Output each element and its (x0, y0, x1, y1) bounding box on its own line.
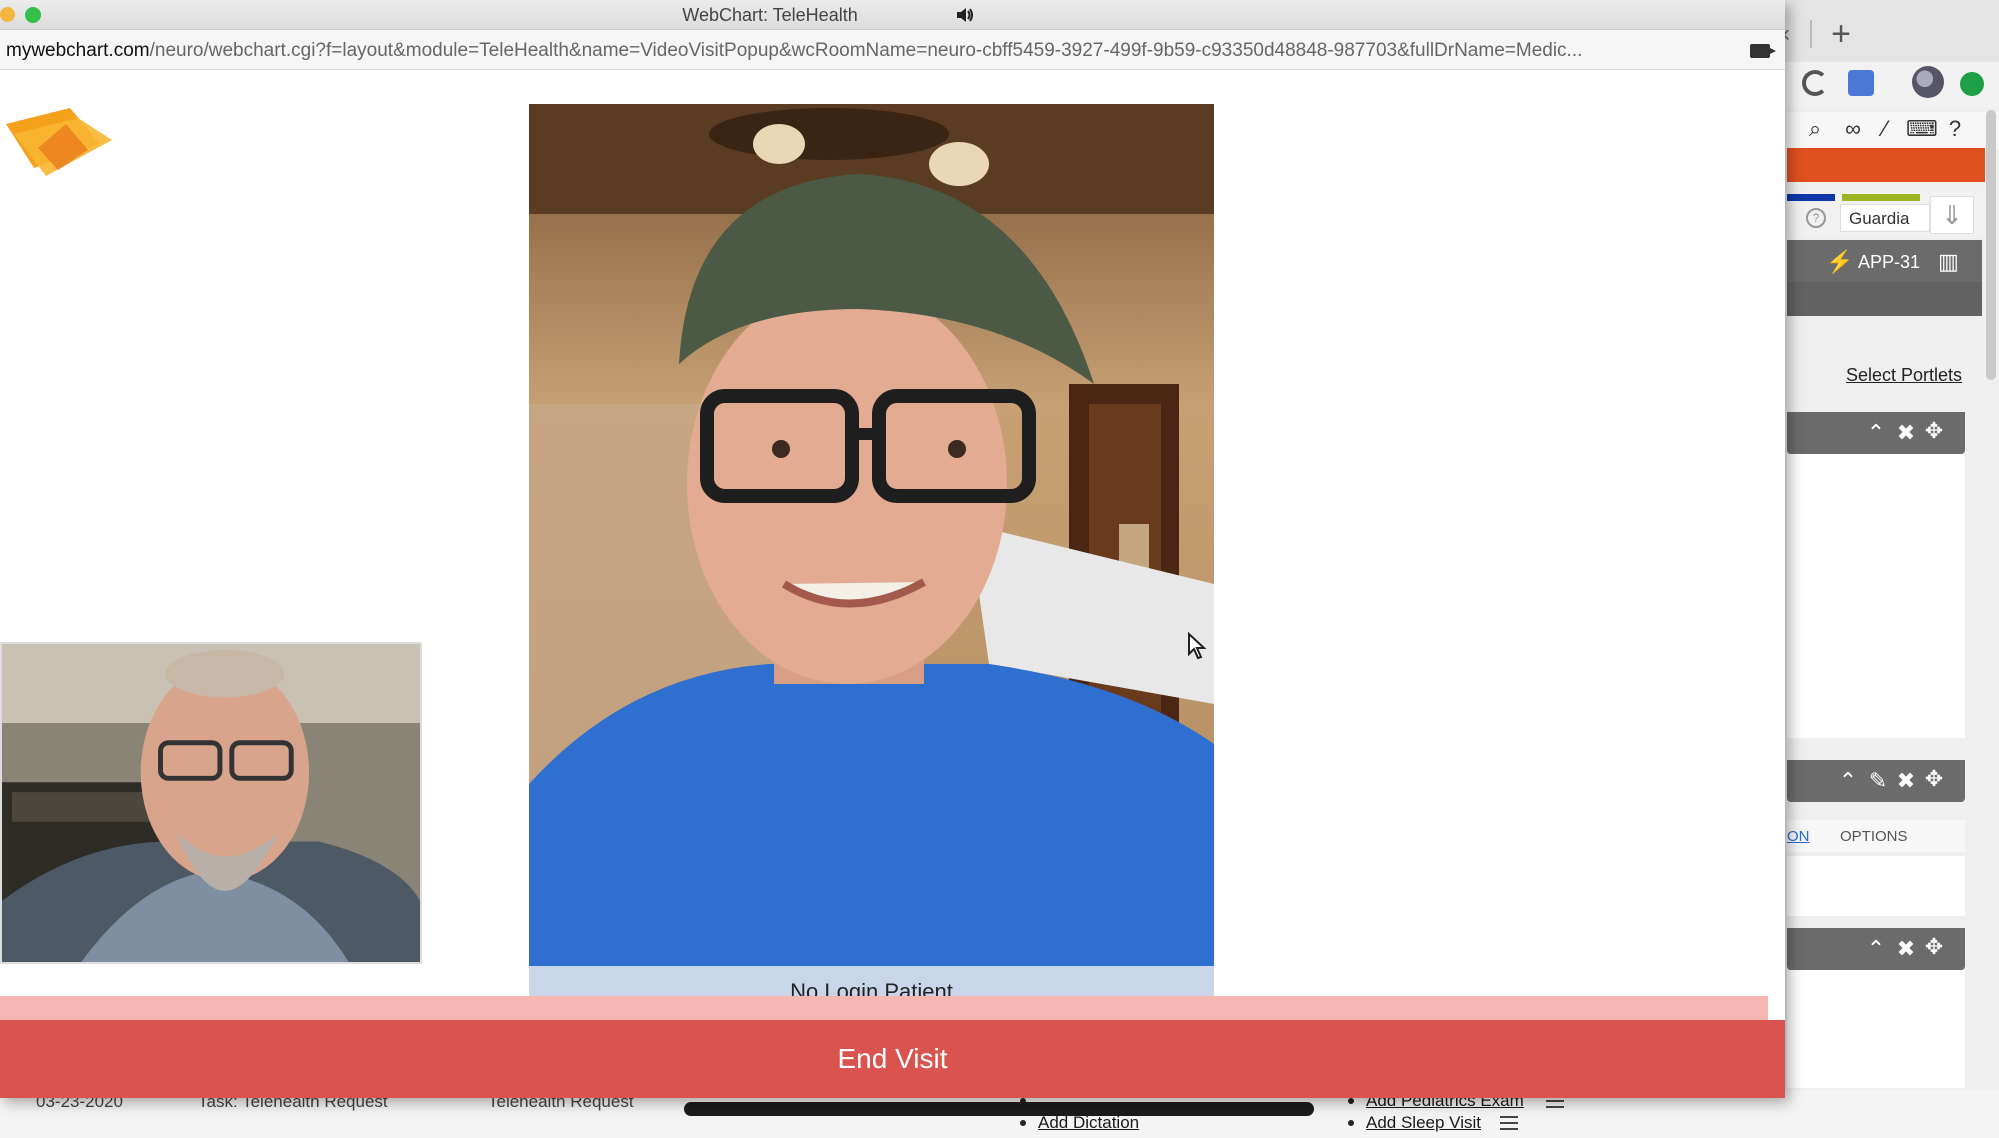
collapse-icon[interactable]: ⌃ (1864, 420, 1888, 446)
scroll-indicator (684, 1102, 1314, 1116)
window-title: WebChart: TeleHealth (682, 5, 858, 25)
add-sleep-visit-link[interactable]: Add Sleep Visit (1366, 1112, 1481, 1134)
collapse-icon[interactable]: ⌃ (1864, 936, 1888, 962)
self-view-video (0, 642, 422, 964)
patient-banner (1787, 148, 1985, 182)
guardian-field[interactable]: Guardia (1840, 204, 1930, 232)
scrollbar[interactable] (1986, 110, 1996, 380)
window-close-button[interactable] (0, 7, 15, 22)
url-text[interactable]: mywebchart.com/neuro/webchart.cgi?f=layo… (6, 39, 1726, 63)
chart-icon[interactable]: ▥ (1938, 250, 1968, 274)
new-tab-icon[interactable]: + (1826, 16, 1856, 52)
translate-icon[interactable] (1848, 70, 1874, 96)
link-icon[interactable]: ∞ (1840, 116, 1866, 142)
edit-icon[interactable]: ✎ (1866, 768, 1890, 794)
portlet-body (1787, 454, 1965, 738)
tab-strip (1780, 0, 1999, 70)
move-icon[interactable]: ✥ (1922, 418, 1946, 444)
end-visit-button[interactable]: End Visit (0, 1020, 1785, 1098)
select-portlets-link[interactable]: Select Portlets (1846, 362, 1966, 388)
status-strip-green (1842, 194, 1920, 201)
profile-avatar-icon[interactable] (1912, 66, 1944, 98)
bullet (1020, 1120, 1026, 1126)
url-path: /neuro/webchart.cgi?f=layout&module=Tele… (149, 40, 1583, 61)
portlet-body (1787, 856, 1965, 916)
help-icon[interactable]: ? (1942, 116, 1968, 142)
status-icon[interactable] (1960, 72, 1984, 96)
webchart-logo (6, 108, 112, 176)
app-subheader-bar (1787, 282, 1982, 316)
move-icon[interactable]: ✥ (1922, 766, 1946, 792)
window-zoom-button[interactable] (25, 7, 41, 23)
collapse-icon[interactable]: ⌃ (1836, 768, 1860, 794)
close-icon[interactable]: ✖ (1894, 936, 1918, 962)
bullet (1348, 1120, 1354, 1126)
info-icon[interactable]: ? (1806, 208, 1826, 228)
camera-icon[interactable] (1750, 44, 1776, 58)
url-host: mywebchart.com (6, 40, 150, 61)
keyboard-icon[interactable]: ⌨ (1906, 116, 1938, 142)
window-titlebar[interactable]: WebChart: TeleHealth (0, 0, 1785, 30)
wand-icon[interactable]: ⁄ (1872, 116, 1898, 142)
tab-options[interactable]: OPTIONS (1840, 826, 1930, 848)
audio-playing-icon[interactable] (955, 6, 975, 24)
bullet (1348, 1098, 1354, 1104)
move-icon[interactable]: ✥ (1922, 934, 1946, 960)
tab-on[interactable]: ON (1787, 826, 1817, 848)
mouse-cursor-icon (1188, 632, 1207, 660)
bolt-icon[interactable]: ⚡ (1826, 250, 1853, 274)
close-icon[interactable]: ✖ (1894, 420, 1918, 446)
tab-separator (1810, 20, 1812, 48)
telehealth-popup-window: WebChart: TeleHealth mywebchart.com/neur… (0, 0, 1785, 1098)
status-strip-blue (1787, 194, 1835, 201)
remote-participant-video (529, 104, 1214, 966)
download-icon[interactable]: ⇓ (1930, 196, 1974, 234)
address-bar[interactable]: mywebchart.com/neuro/webchart.cgi?f=layo… (0, 30, 1785, 70)
portlet-body (1787, 970, 1965, 1088)
list-icon[interactable] (1500, 1116, 1518, 1130)
app-label: APP-31 (1858, 252, 1921, 272)
search-icon[interactable]: ⌕ (1802, 116, 1828, 142)
visit-status-band (0, 996, 1768, 1020)
reload-icon[interactable] (1802, 70, 1828, 96)
close-icon[interactable]: ✖ (1894, 768, 1918, 794)
